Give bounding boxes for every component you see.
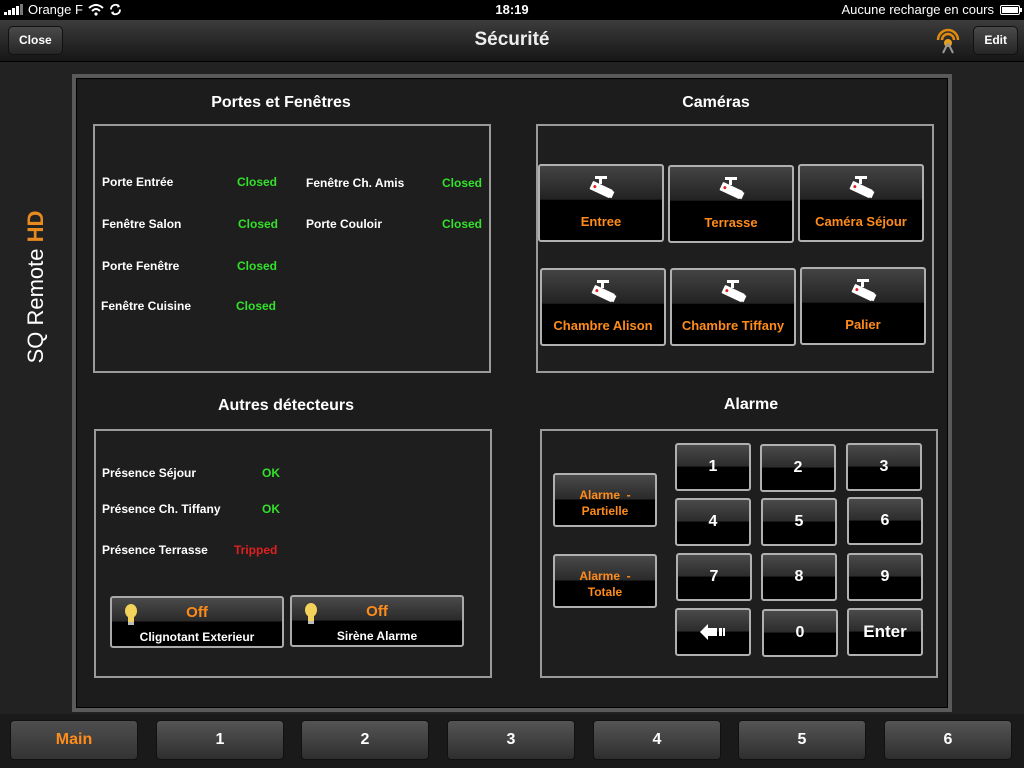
camera-label: Chambre Alison <box>553 318 653 333</box>
door-state: Closed <box>236 299 277 313</box>
camera-icon <box>849 176 875 199</box>
keypad-6[interactable]: 6 <box>847 497 923 545</box>
detector-state: OK <box>262 466 280 480</box>
camera-button-camera-sejour[interactable]: Caméra Séjour <box>798 164 924 242</box>
backspace-button[interactable] <box>675 608 751 656</box>
camera-label: Caméra Séjour <box>815 214 907 229</box>
page-title: Sécurité <box>474 29 550 50</box>
toggle-name: Sirène Alarme <box>336 629 418 643</box>
detector-label: Présence Ch. Tiffany <box>102 502 221 516</box>
camera-label: Palier <box>845 317 881 332</box>
camera-icon <box>589 176 615 199</box>
keypad-9[interactable]: 9 <box>847 553 923 601</box>
tab-6[interactable]: 6 <box>884 720 1012 760</box>
camera-icon <box>851 279 877 302</box>
brand-name: SQ Remote <box>23 248 48 364</box>
camera-icon <box>591 280 617 303</box>
detector-label: Présence Séjour <box>102 466 197 480</box>
camera-button-palier[interactable]: Palier <box>800 267 926 345</box>
toggle-name: Clignotant Exterieur <box>139 630 255 644</box>
door-state: Closed <box>442 176 483 190</box>
main-area: SQ Remote HD Portes et Fenêtres Porte En… <box>0 62 1024 714</box>
alarm-total-button[interactable]: Alarme - Totale <box>553 554 657 608</box>
sirene-alarme-toggle[interactable]: Off Sirène Alarme <box>290 595 464 647</box>
keypad-enter[interactable]: Enter <box>847 608 923 656</box>
detector-state: OK <box>262 502 280 516</box>
camera-button-chambre-alison[interactable]: Chambre Alison <box>540 268 666 346</box>
camera-button-terrasse[interactable]: Terrasse <box>668 165 794 243</box>
tab-2[interactable]: 2 <box>301 720 429 760</box>
security-panel: Portes et Fenêtres Porte Entrée Closed F… <box>72 74 952 712</box>
keypad-1[interactable]: 1 <box>675 443 751 491</box>
keypad-4[interactable]: 4 <box>675 498 751 546</box>
door-label: Fenêtre Salon <box>102 217 182 231</box>
toggle-state: Off <box>366 603 388 620</box>
keypad-3[interactable]: 3 <box>846 443 922 491</box>
brand-suffix: HD <box>23 210 48 243</box>
camera-button-chambre-tiffany[interactable]: Chambre Tiffany <box>670 268 796 346</box>
keypad-8[interactable]: 8 <box>761 553 837 601</box>
door-label: Porte Couloir <box>306 217 383 231</box>
camera-button-entree[interactable]: Entree <box>538 164 664 242</box>
nav-bar: Close Sécurité Edit <box>0 20 1024 62</box>
door-state: Closed <box>238 217 279 231</box>
edit-button[interactable]: Edit <box>973 26 1018 55</box>
alarm-total-line1: Alarme - <box>579 569 631 583</box>
doors-title: Portes et Fenêtres <box>211 94 351 111</box>
keypad-5[interactable]: 5 <box>761 498 837 546</box>
door-label: Porte Fenêtre <box>102 259 180 273</box>
tab-1[interactable]: 1 <box>156 720 284 760</box>
brand-logo: SQ Remote HD <box>22 202 50 372</box>
detectors-box: Présence Séjour OK Présence Ch. Tiffany … <box>94 429 492 678</box>
alarm-box: Alarme - Partielle Alarme - Totale 1 2 3… <box>540 429 938 678</box>
cameras-title: Caméras <box>682 94 750 111</box>
alarm-partial-button[interactable]: Alarme - Partielle <box>553 473 657 527</box>
doors-box: Porte Entrée Closed Fenêtre Ch. Amis Clo… <box>93 124 491 373</box>
alarm-total-line2: Totale <box>587 585 623 599</box>
tab-5[interactable]: 5 <box>738 720 866 760</box>
detectors-title: Autres détecteurs <box>217 397 355 414</box>
battery-icon <box>1000 5 1022 15</box>
alarm-partial-line2: Partielle <box>581 504 629 518</box>
bottom-tab-bar: Main 1 2 3 4 5 6 <box>0 714 1024 768</box>
keypad-0[interactable]: 0 <box>762 609 838 657</box>
tab-3[interactable]: 3 <box>447 720 575 760</box>
tab-4[interactable]: 4 <box>593 720 721 760</box>
toggle-state: Off <box>186 604 208 621</box>
detector-state: Tripped <box>234 543 278 557</box>
camera-icon <box>719 177 745 200</box>
door-state: Closed <box>237 175 278 189</box>
wifi-connection-icon[interactable] <box>934 26 962 54</box>
door-label: Fenêtre Cuisine <box>101 299 192 313</box>
door-label: Porte Entrée <box>102 175 174 189</box>
camera-icon <box>721 280 747 303</box>
door-state: Closed <box>237 259 278 273</box>
status-bar: Orange F 18:19 Aucune recharge en cours <box>0 0 1024 20</box>
detector-label: Présence Terrasse <box>102 543 208 557</box>
camera-label: Terrasse <box>704 215 758 230</box>
backspace-icon <box>700 623 725 640</box>
clignotant-exterieur-toggle[interactable]: Off Clignotant Exterieur <box>110 596 284 648</box>
cameras-box: Entree Terrasse Caméra Séjour Chambre Al… <box>536 124 934 373</box>
alarm-partial-line1: Alarme - <box>579 488 631 502</box>
keypad-2[interactable]: 2 <box>760 444 836 492</box>
alarm-title: Alarme <box>723 396 779 413</box>
keypad-7[interactable]: 7 <box>676 553 752 601</box>
charge-status: Aucune recharge en cours <box>841 2 994 17</box>
door-label: Fenêtre Ch. Amis <box>306 176 405 190</box>
tab-main[interactable]: Main <box>10 720 138 760</box>
camera-label: Entree <box>580 214 622 229</box>
door-state: Closed <box>442 217 483 231</box>
camera-label: Chambre Tiffany <box>681 318 785 333</box>
